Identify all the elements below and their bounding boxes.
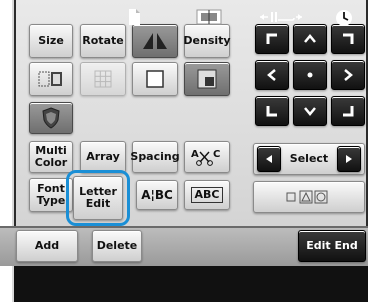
triangle-right-icon bbox=[346, 155, 352, 163]
svg-text:C: C bbox=[213, 149, 220, 160]
triangle-left-icon bbox=[266, 155, 272, 163]
spacing-button[interactable]: Spacing bbox=[130, 141, 180, 173]
shadow-icon bbox=[197, 69, 217, 89]
move-down-button[interactable] bbox=[293, 96, 327, 126]
move-down-left-button[interactable] bbox=[255, 96, 289, 126]
move-down-right-button[interactable] bbox=[331, 96, 365, 126]
svg-text:A: A bbox=[191, 149, 199, 160]
character-box-button[interactable]: ABC bbox=[184, 180, 230, 210]
clock-icon bbox=[334, 8, 354, 33]
applique-button[interactable] bbox=[29, 102, 73, 134]
corner-up-right-icon bbox=[343, 33, 354, 44]
select-label: Select bbox=[289, 152, 329, 165]
rotate-button[interactable]: Rotate bbox=[80, 24, 126, 58]
array-button[interactable]: Array bbox=[80, 141, 126, 173]
shapes-icon bbox=[286, 190, 328, 204]
letter-edit-highlight bbox=[66, 170, 130, 226]
chevron-down-icon bbox=[304, 107, 316, 116]
document-icon bbox=[126, 8, 142, 31]
move-left-button[interactable] bbox=[255, 60, 289, 90]
select-previous-button[interactable] bbox=[257, 146, 281, 172]
applique-shield-icon bbox=[42, 107, 60, 129]
character-split-button[interactable]: A¦BC bbox=[136, 180, 178, 210]
move-right-button[interactable] bbox=[331, 60, 365, 90]
corner-down-left-icon bbox=[266, 106, 277, 117]
corner-down-right-icon bbox=[343, 106, 354, 117]
presser-foot-icon bbox=[258, 8, 304, 31]
cut-button[interactable]: A C bbox=[184, 141, 230, 173]
corner-up-left-icon bbox=[266, 33, 277, 44]
select-control: Select bbox=[253, 143, 365, 175]
delete-button[interactable]: Delete bbox=[92, 230, 142, 262]
chevron-up-icon bbox=[304, 34, 316, 43]
chevron-left-icon bbox=[267, 69, 276, 81]
border-button[interactable] bbox=[29, 62, 73, 96]
scissors-icon: A C bbox=[191, 149, 220, 166]
add-button[interactable]: Add bbox=[16, 230, 78, 262]
select-next-button[interactable] bbox=[337, 146, 361, 172]
status-bar bbox=[14, 266, 368, 302]
size-button[interactable]: Size bbox=[29, 24, 73, 58]
chevron-right-icon bbox=[344, 69, 353, 81]
frame-button[interactable] bbox=[132, 62, 178, 96]
pattern-frame-icon bbox=[196, 8, 222, 31]
center-button[interactable] bbox=[293, 60, 327, 90]
mirror-icon bbox=[143, 33, 167, 49]
abc-box: ABC bbox=[190, 187, 224, 203]
grid-icon bbox=[94, 70, 112, 88]
center-dot-icon bbox=[307, 72, 313, 78]
shape-select-button[interactable] bbox=[253, 181, 365, 213]
shadow-button[interactable] bbox=[184, 62, 230, 96]
grid-button[interactable] bbox=[80, 62, 126, 96]
edit-end-button[interactable]: Edit End bbox=[298, 230, 366, 262]
multi-color-button[interactable]: Multi Color bbox=[29, 141, 73, 173]
frame-icon bbox=[146, 70, 164, 88]
border-icon bbox=[38, 71, 62, 87]
